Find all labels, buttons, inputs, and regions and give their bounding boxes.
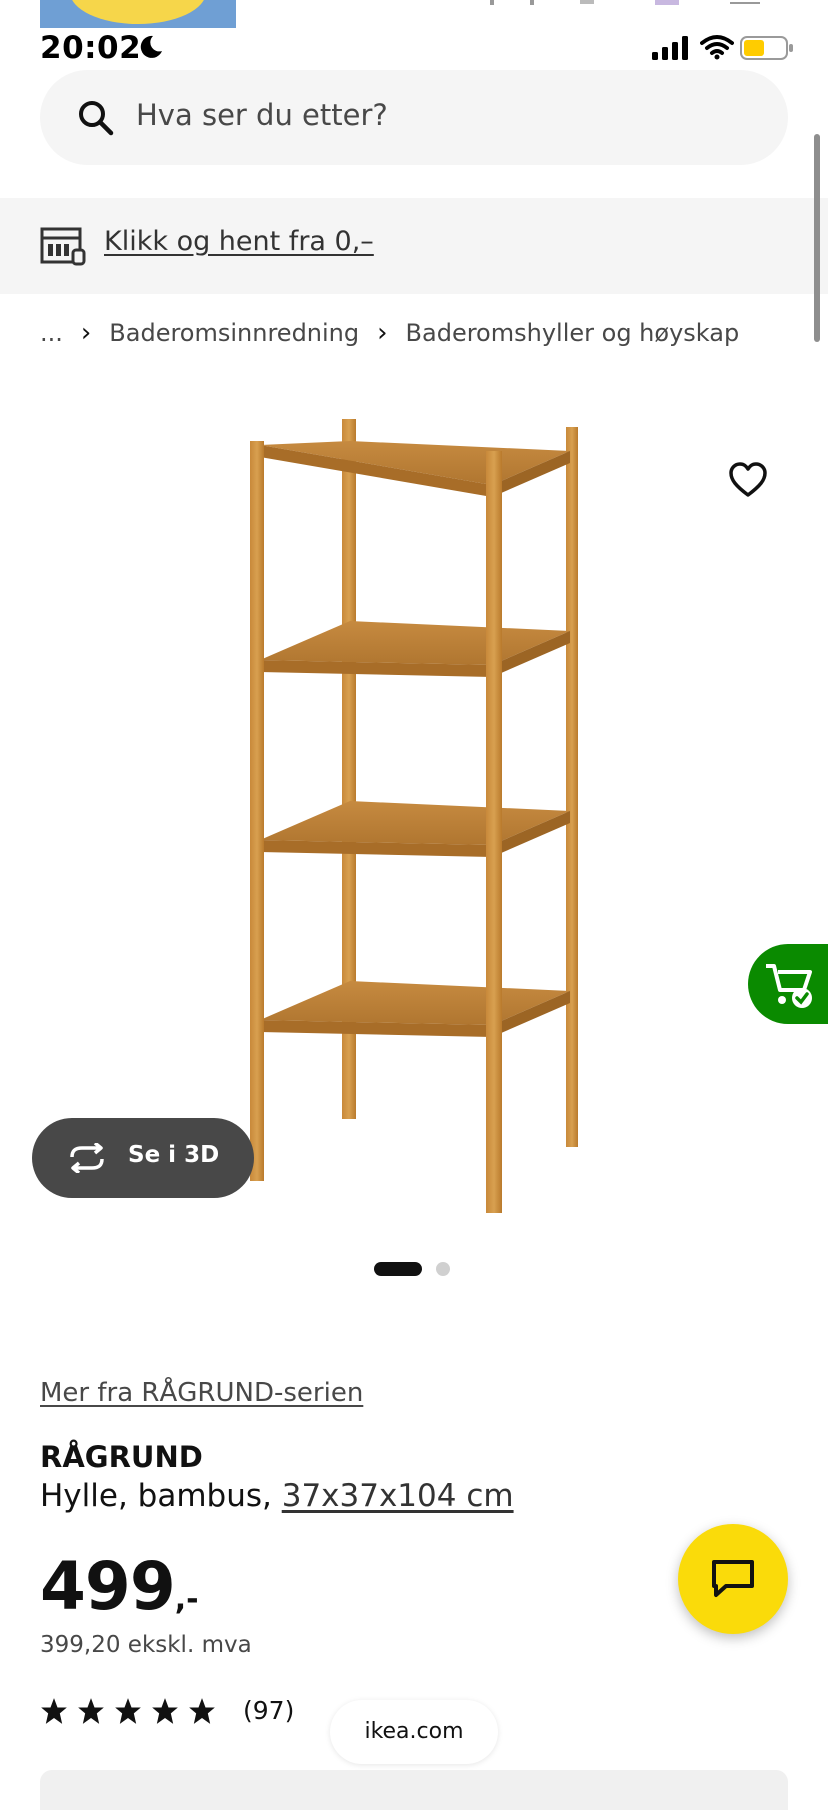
price-integer: 499 (40, 1548, 176, 1625)
status-time: 20:02 (40, 30, 142, 66)
favorite-heart-icon[interactable] (728, 462, 768, 498)
ikea-logo[interactable] (40, 0, 236, 28)
star-icon (189, 1697, 215, 1724)
product-dimensions-link[interactable]: 37x37x104 cm (282, 1478, 514, 1514)
chat-bubble-icon (712, 1560, 754, 1597)
see-in-3d-button[interactable]: Se i 3D (32, 1118, 254, 1198)
star-icon (152, 1697, 178, 1724)
series-link[interactable]: Mer fra RÅGRUND-serien (40, 1378, 363, 1408)
moon-icon (140, 35, 162, 58)
cart-check-icon (766, 964, 812, 1008)
cellular-signal-icon (652, 36, 688, 60)
star-icon (78, 1697, 104, 1724)
breadcrumb-ellipsis[interactable]: ... (40, 319, 63, 347)
rotate-3d-icon (70, 1143, 104, 1173)
bottom-card (40, 1770, 788, 1810)
search-bar[interactable]: Hva ser du etter? (40, 70, 788, 165)
chat-button[interactable] (678, 1524, 788, 1634)
price-suffix: ,- (174, 1582, 199, 1617)
chevron-right-icon: › (80, 318, 92, 348)
store-icon (40, 227, 86, 266)
star-icon (115, 1697, 141, 1724)
click-and-collect-link[interactable]: Klikk og hent fra 0,– (104, 226, 374, 257)
page-scrollbar[interactable] (814, 134, 820, 342)
breadcrumb-item-bathroom-furniture[interactable]: Baderomsinnredning (109, 319, 359, 347)
rating-count: (97) (243, 1696, 295, 1725)
product-type: Hylle, bambus, (40, 1478, 282, 1514)
search-icon (79, 101, 114, 136)
chevron-right-icon: › (377, 318, 388, 348)
header-icons-fragment (490, 0, 760, 5)
wifi-icon (700, 35, 734, 60)
product-image[interactable] (230, 405, 600, 1225)
shelf-boards (260, 441, 570, 1037)
star-icon (41, 1697, 67, 1724)
product-rating[interactable]: (97) (40, 1696, 294, 1725)
see-in-3d-label: Se i 3D (128, 1142, 220, 1168)
pagination-dot[interactable] (436, 1262, 450, 1276)
click-and-collect-banner[interactable]: Klikk og hent fra 0,– (0, 198, 828, 294)
battery-icon (740, 36, 793, 60)
product-price: 499,- (40, 1548, 199, 1625)
shopping-cart-button[interactable] (748, 944, 828, 1024)
breadcrumb-item-bathroom-shelves[interactable]: Baderomshyller og høyskap (406, 319, 740, 347)
price-excl-vat: 399,20 ekskl. mva (40, 1632, 252, 1658)
breadcrumb: ... › Baderomsinnredning › Baderomshylle… (40, 318, 739, 348)
product-name: RÅGRUND (40, 1440, 203, 1474)
image-pagination[interactable] (374, 1262, 450, 1276)
pagination-dot-active[interactable] (374, 1262, 422, 1276)
product-description: Hylle, bambus, 37x37x104 cm (40, 1478, 514, 1514)
search-input[interactable]: Hva ser du etter? (136, 98, 388, 132)
browser-url-bar[interactable]: ikea.com (330, 1700, 498, 1764)
